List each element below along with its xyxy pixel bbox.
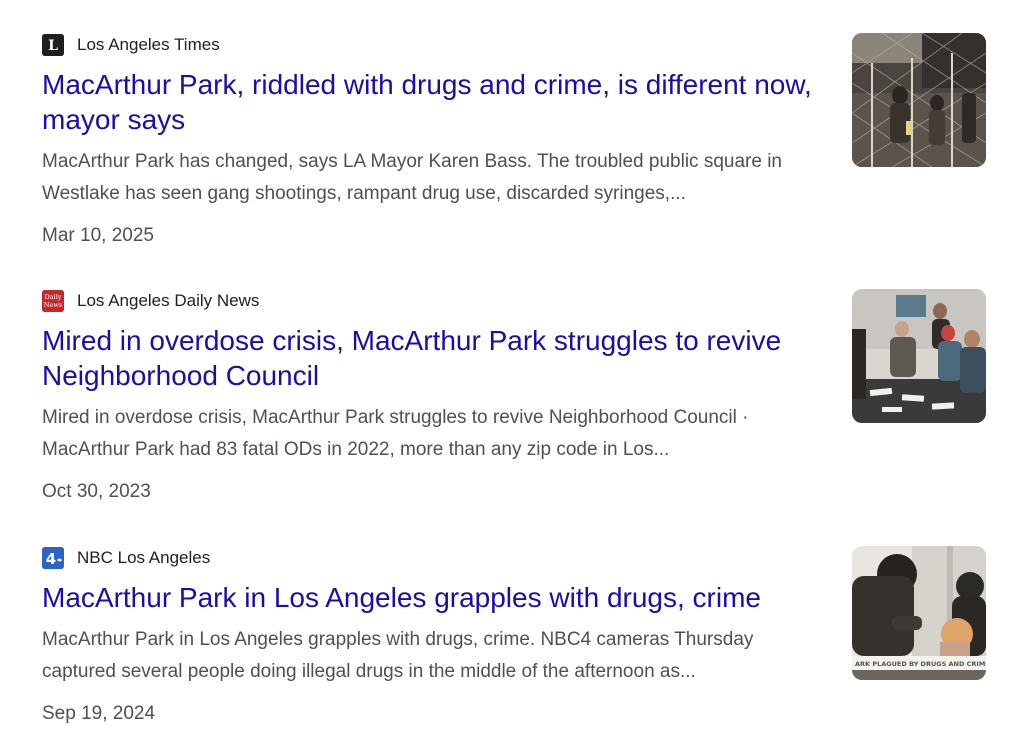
daily-news-logo-icon: Daily News <box>42 290 64 312</box>
result-source[interactable]: L Los Angeles Times <box>42 33 220 57</box>
source-name: Los Angeles Daily News <box>77 291 260 310</box>
result-snippet: MacArthur Park in Los Angeles grapples w… <box>42 629 754 682</box>
result-title-link[interactable]: MacArthur Park in Los Angeles grapples w… <box>42 580 832 615</box>
result-snippet: MacArthur Park has changed, says LA Mayo… <box>42 151 782 204</box>
nbc4-logo-icon: 4 <box>42 547 64 569</box>
result-thumbnail[interactable] <box>852 289 986 423</box>
search-result: Daily News Los Angeles Daily News Mired … <box>42 287 986 507</box>
search-result: 4 NBC Los Angeles MacArthur Park in Los … <box>42 544 986 750</box>
svg-text:Daily: Daily <box>45 293 62 301</box>
source-name: Los Angeles Times <box>77 35 220 54</box>
result-snippet: Mired in overdose crisis, MacArthur Park… <box>42 407 749 460</box>
result-date: Oct 30, 2023 <box>42 481 151 502</box>
search-results-list: L Los Angeles Times MacArthur Park, ridd… <box>0 0 1024 750</box>
result-date: Mar 10, 2025 <box>42 225 154 246</box>
result-thumbnail[interactable]: ARK PLAGUED BY DRUGS AND CRIME <box>852 546 986 680</box>
result-thumbnail[interactable] <box>852 33 986 167</box>
la-times-logo-icon: L <box>42 34 64 56</box>
result-title-link[interactable]: Mired in overdose crisis, MacArthur Park… <box>42 323 832 393</box>
result-source[interactable]: Daily News Los Angeles Daily News <box>42 289 259 313</box>
result-source[interactable]: 4 NBC Los Angeles <box>42 546 210 570</box>
svg-text:4: 4 <box>46 550 56 568</box>
svg-text:News: News <box>44 301 62 309</box>
svg-text:L: L <box>48 38 58 54</box>
svg-text:ARK PLAGUED BY DRUGS AND CRIME: ARK PLAGUED BY DRUGS AND CRIME <box>855 660 986 668</box>
result-date: Sep 19, 2024 <box>42 703 156 724</box>
source-name: NBC Los Angeles <box>77 548 211 567</box>
search-result: L Los Angeles Times MacArthur Park, ridd… <box>42 31 986 251</box>
result-title-link[interactable]: MacArthur Park, riddled with drugs and c… <box>42 67 832 137</box>
